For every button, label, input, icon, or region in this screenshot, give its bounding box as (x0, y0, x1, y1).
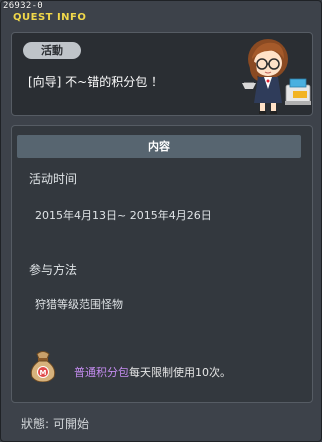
bag-icon[interactable]: M (28, 348, 58, 382)
quest-type-tag: 活動 (23, 42, 81, 59)
quest-content-panel: 内容 活动时间 2015年4月13日~ 2015年4月26日 参与方法 狩猎等级… (11, 125, 313, 403)
reward-description: 普通积分包每天限制使用10次。 (74, 364, 231, 380)
quest-summary-panel: 活動 [向导] 不~错的积分包 ！ (11, 32, 313, 116)
status-label: 狀態: (21, 417, 50, 431)
period-label: 活动时间 (29, 172, 78, 186)
method-value: 狩猎等级范围怪物 (35, 298, 123, 311)
quest-id: 26932-0 (3, 1, 44, 11)
method-label: 参与方法 (29, 263, 78, 277)
reward-suffix: 每天限制使用10次。 (129, 366, 231, 379)
npc-girl-with-glasses-icon (242, 39, 311, 114)
svg-text:M: M (40, 369, 47, 377)
content-header: 内容 (17, 135, 301, 158)
quest-info-window: 26932-0 QUEST INFO 活動 [向导] 不~错的积分包 ！ 内容 … (0, 0, 322, 442)
period-value: 2015年4月13日~ 2015年4月26日 (35, 209, 212, 222)
quest-title: [向导] 不~错的积分包 ！ (28, 75, 164, 89)
reward-item-link[interactable]: 普通积分包 (74, 366, 129, 379)
quest-status: 狀態: 可開始 (21, 415, 93, 432)
window-title: QUEST INFO (13, 12, 87, 23)
status-value: 可開始 (53, 417, 90, 431)
